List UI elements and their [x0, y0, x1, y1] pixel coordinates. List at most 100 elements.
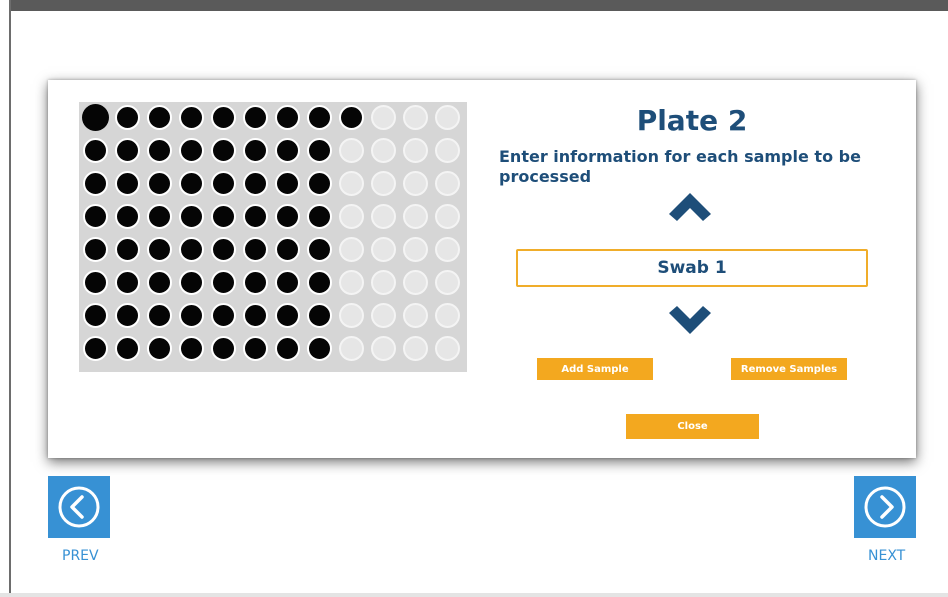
next-button[interactable]	[854, 476, 916, 538]
close-button[interactable]: Close	[626, 414, 759, 439]
well-r7-c12[interactable]	[435, 303, 460, 328]
well-r4-c11[interactable]	[403, 204, 428, 229]
well-r2-c7[interactable]	[275, 138, 300, 163]
well-r6-c2[interactable]	[115, 270, 140, 295]
well-r2-c5[interactable]	[211, 138, 236, 163]
previous-sample-button[interactable]	[669, 190, 711, 222]
well-r4-c1[interactable]	[83, 204, 108, 229]
well-r4-c10[interactable]	[371, 204, 396, 229]
well-r1-c1[interactable]	[82, 104, 109, 131]
well-r7-c1[interactable]	[83, 303, 108, 328]
well-r7-c10[interactable]	[371, 303, 396, 328]
well-r8-c6[interactable]	[243, 336, 268, 361]
well-r1-c4[interactable]	[179, 105, 204, 130]
well-r3-c1[interactable]	[83, 171, 108, 196]
well-r3-c11[interactable]	[403, 171, 428, 196]
well-r3-c9[interactable]	[339, 171, 364, 196]
well-r7-c2[interactable]	[115, 303, 140, 328]
well-r4-c6[interactable]	[243, 204, 268, 229]
well-r5-c7[interactable]	[275, 237, 300, 262]
well-r5-c1[interactable]	[83, 237, 108, 262]
well-r2-c12[interactable]	[435, 138, 460, 163]
well-r2-c4[interactable]	[179, 138, 204, 163]
well-r6-c11[interactable]	[403, 270, 428, 295]
well-r3-c2[interactable]	[115, 171, 140, 196]
well-r6-c8[interactable]	[307, 270, 332, 295]
well-r1-c7[interactable]	[275, 105, 300, 130]
prev-button[interactable]	[48, 476, 110, 538]
well-r7-c8[interactable]	[307, 303, 332, 328]
well-r4-c5[interactable]	[211, 204, 236, 229]
well-r2-c1[interactable]	[83, 138, 108, 163]
well-r2-c2[interactable]	[115, 138, 140, 163]
well-r1-c5[interactable]	[211, 105, 236, 130]
well-r8-c8[interactable]	[307, 336, 332, 361]
well-r4-c7[interactable]	[275, 204, 300, 229]
well-r2-c10[interactable]	[371, 138, 396, 163]
well-r4-c12[interactable]	[435, 204, 460, 229]
well-r6-c5[interactable]	[211, 270, 236, 295]
well-r8-c7[interactable]	[275, 336, 300, 361]
well-r7-c9[interactable]	[339, 303, 364, 328]
well-r4-c3[interactable]	[147, 204, 172, 229]
well-r5-c8[interactable]	[307, 237, 332, 262]
well-r1-c6[interactable]	[243, 105, 268, 130]
next-sample-button[interactable]	[669, 305, 711, 337]
well-r6-c4[interactable]	[179, 270, 204, 295]
well-r1-c9[interactable]	[339, 105, 364, 130]
well-r2-c11[interactable]	[403, 138, 428, 163]
well-r6-c6[interactable]	[243, 270, 268, 295]
well-r2-c8[interactable]	[307, 138, 332, 163]
well-r8-c9[interactable]	[339, 336, 364, 361]
well-r3-c8[interactable]	[307, 171, 332, 196]
well-r5-c9[interactable]	[339, 237, 364, 262]
well-r7-c7[interactable]	[275, 303, 300, 328]
well-r5-c3[interactable]	[147, 237, 172, 262]
well-r7-c3[interactable]	[147, 303, 172, 328]
well-r6-c12[interactable]	[435, 270, 460, 295]
well-r2-c9[interactable]	[339, 138, 364, 163]
well-r8-c3[interactable]	[147, 336, 172, 361]
well-r3-c6[interactable]	[243, 171, 268, 196]
well-r2-c3[interactable]	[147, 138, 172, 163]
well-r3-c3[interactable]	[147, 171, 172, 196]
well-r7-c6[interactable]	[243, 303, 268, 328]
well-r8-c11[interactable]	[403, 336, 428, 361]
well-r3-c7[interactable]	[275, 171, 300, 196]
well-r8-c5[interactable]	[211, 336, 236, 361]
well-r5-c11[interactable]	[403, 237, 428, 262]
well-r8-c12[interactable]	[435, 336, 460, 361]
well-r7-c4[interactable]	[179, 303, 204, 328]
well-r8-c2[interactable]	[115, 336, 140, 361]
well-r5-c4[interactable]	[179, 237, 204, 262]
well-r3-c4[interactable]	[179, 171, 204, 196]
well-r6-c9[interactable]	[339, 270, 364, 295]
well-r4-c9[interactable]	[339, 204, 364, 229]
well-r1-c3[interactable]	[147, 105, 172, 130]
well-r6-c1[interactable]	[83, 270, 108, 295]
well-r2-c6[interactable]	[243, 138, 268, 163]
well-r7-c5[interactable]	[211, 303, 236, 328]
well-r6-c10[interactable]	[371, 270, 396, 295]
well-r8-c10[interactable]	[371, 336, 396, 361]
well-r1-c8[interactable]	[307, 105, 332, 130]
well-r1-c11[interactable]	[403, 105, 428, 130]
well-r8-c4[interactable]	[179, 336, 204, 361]
well-r4-c8[interactable]	[307, 204, 332, 229]
well-r5-c2[interactable]	[115, 237, 140, 262]
well-r6-c3[interactable]	[147, 270, 172, 295]
well-r5-c12[interactable]	[435, 237, 460, 262]
sample-name-input[interactable]	[516, 249, 868, 287]
well-r4-c2[interactable]	[115, 204, 140, 229]
well-r5-c10[interactable]	[371, 237, 396, 262]
well-r4-c4[interactable]	[179, 204, 204, 229]
well-r1-c2[interactable]	[115, 105, 140, 130]
well-r5-c6[interactable]	[243, 237, 268, 262]
well-r5-c5[interactable]	[211, 237, 236, 262]
well-r3-c5[interactable]	[211, 171, 236, 196]
well-r3-c12[interactable]	[435, 171, 460, 196]
add-sample-button[interactable]: Add Sample	[537, 358, 653, 380]
well-r7-c11[interactable]	[403, 303, 428, 328]
remove-samples-button[interactable]: Remove Samples	[731, 358, 847, 380]
well-r3-c10[interactable]	[371, 171, 396, 196]
